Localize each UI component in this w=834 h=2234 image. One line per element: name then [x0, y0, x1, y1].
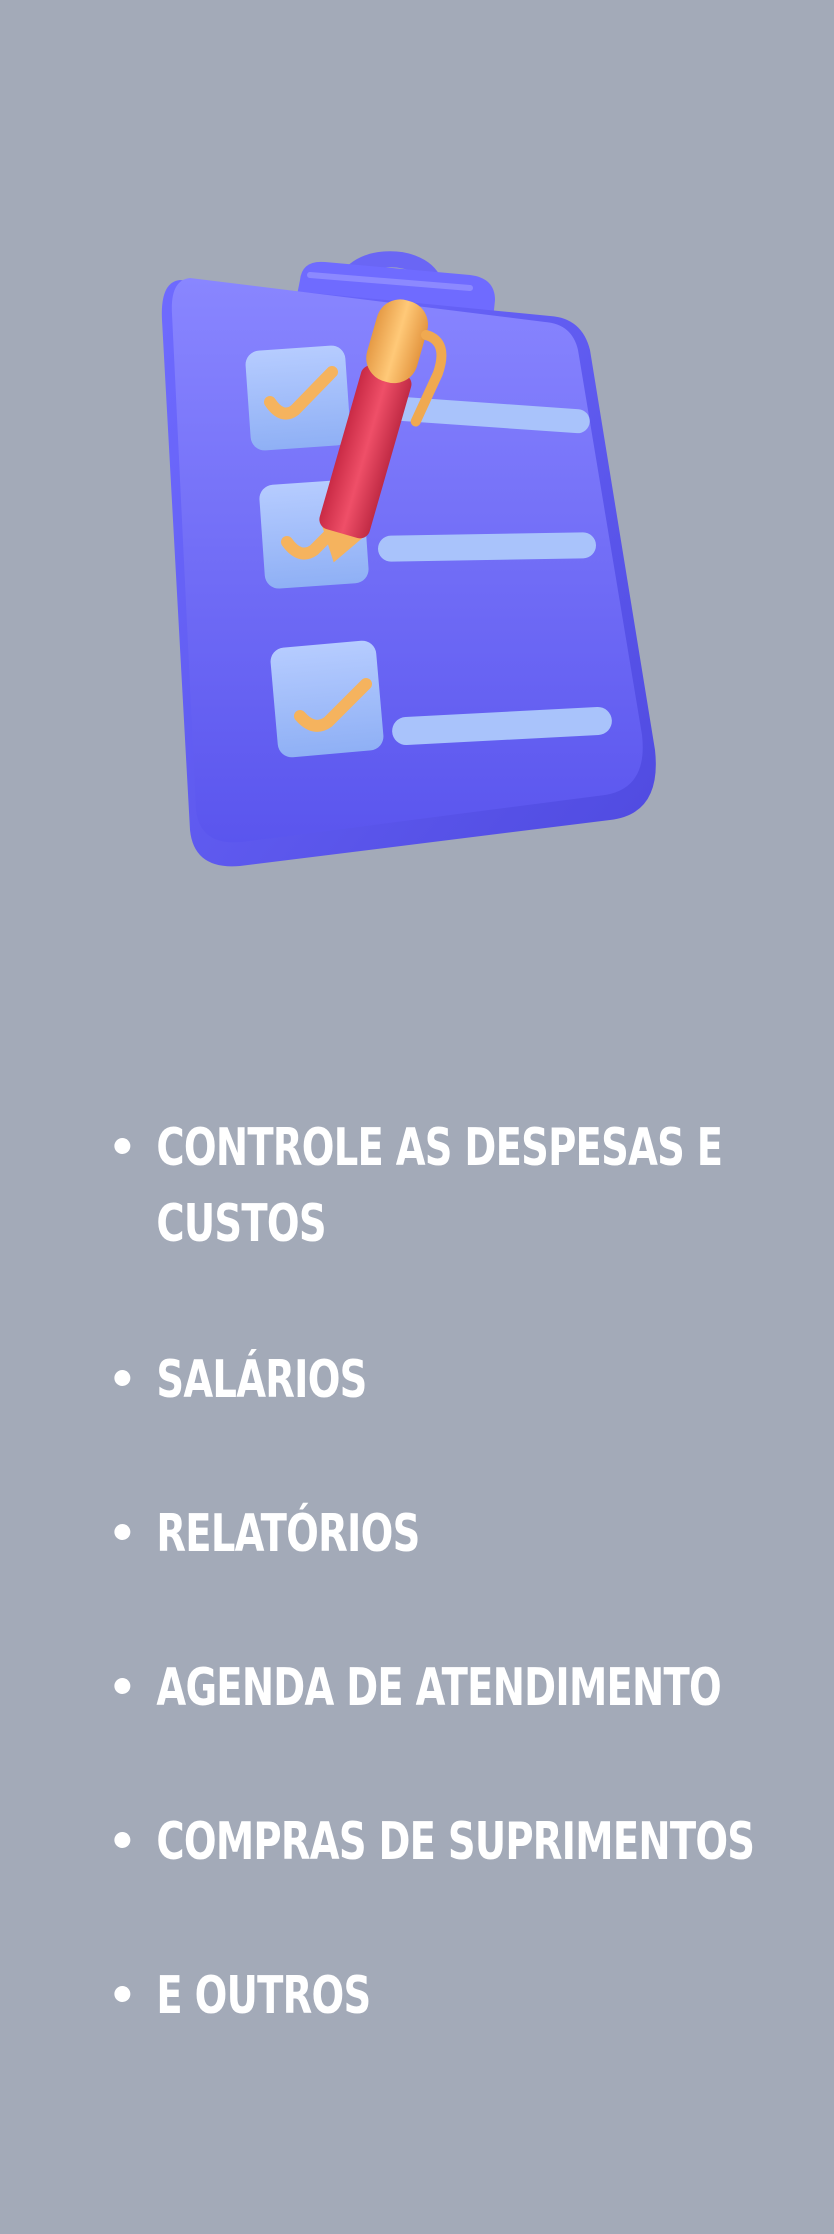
feature-label: Compras de suprimentos [156, 1812, 755, 1872]
feature-label: Controle as despesas e custos [156, 1118, 723, 1254]
task-line [378, 532, 596, 562]
page: Controle as despesas e custos Salários Re… [0, 0, 834, 2234]
checkbox [270, 640, 384, 758]
feature-item: Relatórios [112, 1496, 808, 1572]
feature-label: Relatórios [156, 1504, 420, 1564]
feature-item: E outros [112, 1958, 808, 2034]
feature-item: Salários [112, 1342, 808, 1418]
bullet-icon [114, 1138, 131, 1154]
bullet-icon [114, 1370, 131, 1386]
feature-item: Compras de suprimentos [112, 1804, 808, 1880]
bullet-icon [114, 1832, 131, 1848]
feature-label: Salários [156, 1350, 367, 1410]
feature-label: Agenda de atendimento [156, 1658, 721, 1718]
feature-item: Controle as despesas e custos [112, 1110, 808, 1262]
checkbox [245, 345, 351, 451]
bullet-icon [114, 1678, 131, 1694]
feature-item: Agenda de atendimento [112, 1650, 808, 1726]
feature-label: E outros [156, 1966, 371, 2026]
clipboard-checklist-icon [161, 251, 656, 867]
clipboard-checklist-illustration [150, 230, 680, 890]
bullet-icon [114, 1986, 131, 2002]
bullet-icon [114, 1524, 131, 1540]
